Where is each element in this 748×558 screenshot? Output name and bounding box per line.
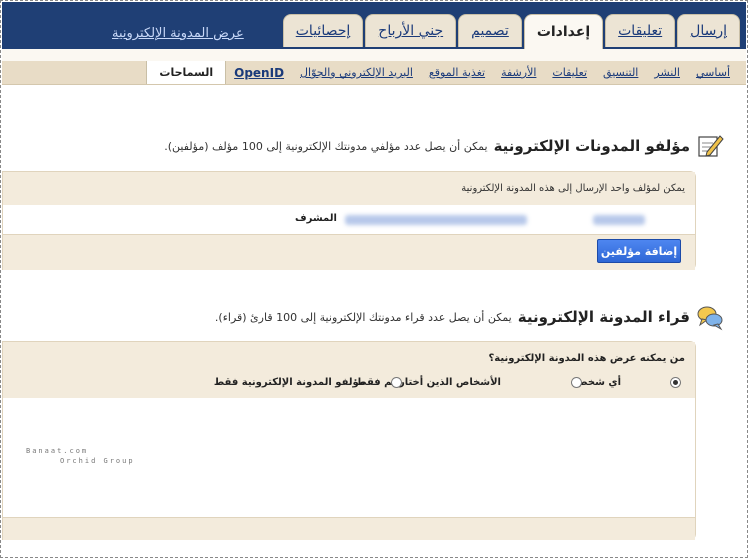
authors-description: يمكن أن يصل عدد مؤلفي مدونتك الإلكترونية… — [164, 139, 488, 153]
subtab-permissions[interactable]: السماحات — [146, 61, 227, 84]
add-authors-button[interactable]: إضافة مؤلفين — [597, 239, 681, 263]
option-authors-only-label: مؤلفو المدونة الإلكترونية فقط — [213, 377, 365, 388]
radio-authors-only[interactable] — [391, 377, 402, 388]
tab-comments[interactable]: تعليقات — [605, 14, 676, 47]
tab-design[interactable]: تصميم — [458, 14, 522, 47]
readers-panel: من يمكنه عرض هذه المدونة الإلكترونية؟ أي… — [2, 341, 696, 540]
authors-title: مؤلفو المدونات الإلكترونية — [493, 137, 690, 155]
option-chosen-people-label: الأشخاص الذين أختارهم فقط — [356, 377, 501, 388]
subtab-comments[interactable]: تعليقات — [544, 66, 595, 79]
readers-description: يمكن أن يصل عدد قراء مدونتك الإلكترونية … — [214, 310, 512, 324]
subtab-basic[interactable]: أساسي — [688, 66, 738, 79]
subtab-email-mobile[interactable]: البريد الإلكتروني والجوّال — [292, 66, 421, 79]
top-navigation-bar: إرسال تعليقات إعدادات تصميم جني الأرباح … — [2, 2, 746, 49]
chat-bubbles-icon — [697, 306, 723, 331]
readers-question: من يمكنه عرض هذه المدونة الإلكترونية؟ — [488, 353, 686, 364]
subtab-openid[interactable]: OpenID — [226, 66, 292, 80]
subtab-archiving[interactable]: الأرشفة — [493, 66, 544, 79]
settings-subtabs: أساسي النشر التنسيق تعليقات الأرشفة تغذي… — [2, 61, 746, 85]
radio-anybody[interactable] — [670, 377, 681, 388]
tab-content-edge — [2, 49, 746, 61]
tab-posting[interactable]: إرسال — [677, 14, 740, 47]
tab-settings[interactable]: إعدادات — [523, 14, 604, 49]
author-name-blurred — [593, 215, 645, 225]
main-tabs: إرسال تعليقات إعدادات تصميم جني الأرباح … — [282, 14, 740, 49]
notepad-pencil-icon — [698, 135, 724, 157]
view-blog-link[interactable]: عرض المدونة الإلكترونية — [112, 26, 244, 41]
authors-heading: مؤلفو المدونات الإلكترونية يمكن أن يصل ع… — [164, 132, 724, 160]
radio-chosen-people[interactable] — [571, 377, 582, 388]
author-role: المشرف — [295, 213, 337, 224]
subtab-publishing[interactable]: النشر — [646, 66, 688, 79]
watermark-line1: Banaat.com — [26, 447, 89, 455]
subtab-formatting[interactable]: التنسيق — [595, 66, 646, 79]
watermark-line2: Orchid Group — [60, 457, 135, 465]
author-email-blurred — [345, 215, 527, 225]
tab-stats[interactable]: إحصائيات — [282, 14, 364, 47]
tab-monetize[interactable]: جني الأرباح — [365, 14, 457, 47]
readers-title: قراء المدونة الإلكترونية — [517, 308, 690, 326]
subtab-site-feed[interactable]: تغذية الموقع — [421, 66, 493, 79]
authors-panel: يمكن لمؤلف واحد الإرسال إلى هذه المدونة … — [2, 171, 696, 270]
single-author-note: يمكن لمؤلف واحد الإرسال إلى هذه المدونة … — [461, 183, 685, 194]
readers-heading: قراء المدونة الإلكترونية يمكن أن يصل عدد… — [215, 303, 724, 331]
